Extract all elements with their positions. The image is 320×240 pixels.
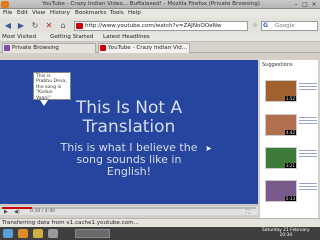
suggestion-thumbnail[interactable]: 4:42 <box>265 114 297 136</box>
mouse-cursor-icon: ➤ <box>205 144 212 153</box>
bookmark-most-visited[interactable]: Most Visited <box>2 34 36 40</box>
navigation-toolbar: ◀ ▶ ↻ ✕ ⌂ http://www.youtube.com/watch?v… <box>0 18 320 33</box>
youtube-icon <box>100 45 106 51</box>
menu-view[interactable]: View <box>32 10 45 16</box>
tab-label: Private Browsing <box>12 45 59 51</box>
fullscreen-icon[interactable]: ⛶ <box>246 209 250 215</box>
video-subtitle-line3: English! <box>106 165 152 178</box>
video-annotation[interactable]: This is Prabhu Deva, the song is "Kadun … <box>33 72 71 101</box>
tab-private-browsing[interactable]: Private Browsing <box>2 43 96 53</box>
terminal-launcher-icon[interactable] <box>48 229 58 238</box>
bookmark-star-icon[interactable]: ☆ <box>249 20 261 31</box>
files-launcher-icon[interactable] <box>33 229 43 238</box>
search-input[interactable]: G Google <box>261 21 318 31</box>
close-icon[interactable]: × <box>310 1 318 8</box>
suggestion-title[interactable] <box>299 117 317 126</box>
time-display: 0:30 / 4:40 <box>30 209 56 214</box>
video-headline-line2: Translation <box>82 117 176 137</box>
firefox-launcher-icon[interactable] <box>18 229 28 238</box>
suggestion-thumbnail[interactable]: 3:21 <box>265 147 297 169</box>
mask-icon <box>4 45 10 51</box>
suggestions-sidebar: Suggestions 1:52 4:42 3:21 5:13 <box>260 60 318 218</box>
bookmark-latest-headlines[interactable]: Latest Headlines <box>103 34 150 40</box>
stop-icon[interactable]: ✕ <box>43 20 55 31</box>
menu-bookmarks[interactable]: Bookmarks <box>75 10 106 16</box>
firefox-icon <box>1 1 9 8</box>
suggestion-title[interactable] <box>299 183 317 192</box>
url-text: http://www.youtube.com/watch?v=ZAJNoOOeN… <box>85 23 222 29</box>
clock: Saturday 21 February 10:34 <box>262 228 310 238</box>
clock-time: 10:34 <box>279 232 293 238</box>
google-icon: G <box>263 22 268 29</box>
bookmarks-toolbar: Most Visited Getting Started Latest Head… <box>0 33 320 42</box>
minimize-icon[interactable]: – <box>292 1 300 8</box>
tab-label: YouTube - Crazy Indian Vid... <box>108 45 188 51</box>
window-titlebar: YouTube - Crazy Indian Video... Buffalax… <box>0 0 320 9</box>
suggestion-thumbnail[interactable]: 5:13 <box>265 180 297 202</box>
reload-icon[interactable]: ↻ <box>29 20 41 31</box>
youtube-favicon-icon <box>76 23 83 29</box>
window-title: YouTube - Crazy Indian Video... Buffalax… <box>42 1 260 7</box>
menu-tools[interactable]: Tools <box>110 10 124 16</box>
status-text: Transferring data from v1.cache1.youtube… <box>2 220 139 226</box>
taskbar: Saturday 21 February 10:34 <box>0 227 320 240</box>
suggestion-thumbnail[interactable]: 1:52 <box>265 80 297 102</box>
status-bar: Transferring data from v1.cache1.youtube… <box>0 218 320 227</box>
suggestion-duration: 4:42 <box>285 130 296 135</box>
search-placeholder: Google <box>275 23 295 29</box>
menu-help[interactable]: Help <box>128 10 141 16</box>
volume-icon[interactable]: ◀) <box>14 209 20 215</box>
play-icon[interactable]: ▶ <box>4 209 8 215</box>
tab-youtube[interactable]: YouTube - Crazy Indian Vid... <box>98 43 190 53</box>
player-controls: ▶ ◀) 0:30 / 4:40 ⛶ <box>0 205 258 215</box>
back-icon[interactable]: ◀ <box>2 20 14 31</box>
home-icon[interactable]: ⌂ <box>57 20 69 31</box>
suggestion-duration: 3:21 <box>285 163 296 168</box>
video-player[interactable]: This is Prabhu Deva, the song is "Kadun … <box>0 60 258 204</box>
menu-bar: File Edit View History Bookmarks Tools H… <box>0 9 320 18</box>
maximize-icon[interactable]: □ <box>301 1 309 8</box>
bookmark-getting-started[interactable]: Getting Started <box>50 34 93 40</box>
video-headline-line1: This Is Not A <box>75 98 183 118</box>
tab-bar: Private Browsing YouTube - Crazy Indian … <box>0 42 320 53</box>
suggestion-duration: 1:52 <box>285 96 296 101</box>
menu-file[interactable]: File <box>3 10 12 16</box>
forward-icon[interactable]: ▶ <box>15 20 27 31</box>
suggestion-duration: 5:13 <box>285 196 296 201</box>
url-bar[interactable]: http://www.youtube.com/watch?v=ZAJNoOOeN… <box>74 21 248 31</box>
suggestion-title[interactable] <box>299 83 317 92</box>
menu-edit[interactable]: Edit <box>17 10 28 16</box>
start-menu-icon[interactable] <box>3 229 13 238</box>
menu-history[interactable]: History <box>50 10 70 16</box>
suggestions-heading: Suggestions <box>262 62 293 68</box>
suggestion-title[interactable] <box>299 150 317 159</box>
taskbar-window-firefox[interactable] <box>75 229 110 238</box>
